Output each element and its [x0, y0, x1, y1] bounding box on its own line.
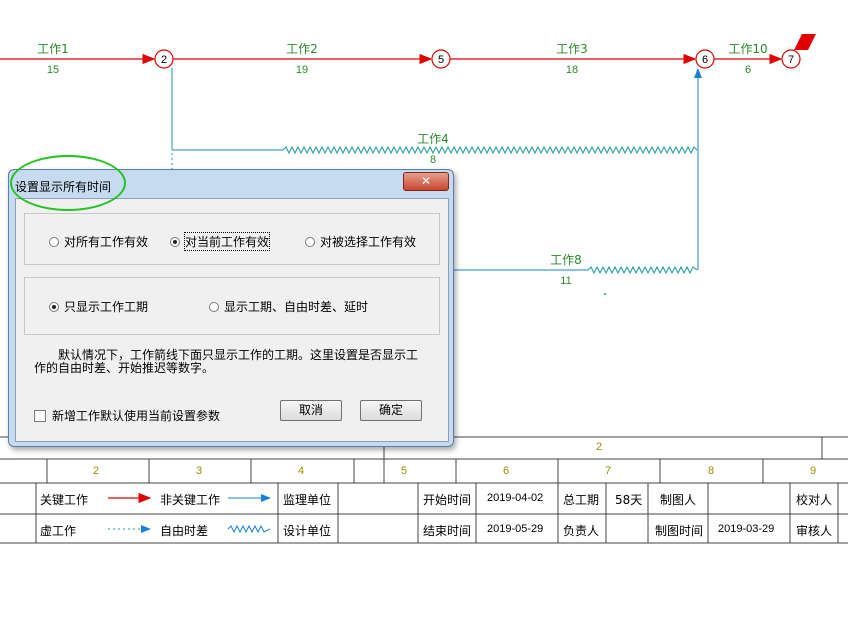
- end-time-value: 2019-05-29: [487, 523, 544, 535]
- noncritical-work-label: 非关键工作: [160, 493, 221, 507]
- checker-label: 校对人: [796, 493, 833, 507]
- drafter-label: 制图人: [660, 493, 697, 507]
- start-time-label: 开始时间: [423, 493, 472, 507]
- work-2-name: 工作2: [286, 42, 318, 56]
- work-4-duration: 8: [430, 154, 436, 166]
- work-8-name: 工作8: [550, 253, 582, 267]
- radio-duration-only[interactable]: 只显示工作工期: [49, 298, 148, 315]
- end-time-label: 结束时间: [423, 524, 472, 538]
- radio-dot-icon: [209, 301, 219, 312]
- note-line: 作的自由时差、开始推迟等数字。: [34, 361, 215, 375]
- checkbox-label: 新增工作默认使用当前设置参数: [52, 409, 221, 423]
- cancel-button[interactable]: 取消: [280, 400, 342, 421]
- scale-number: 2: [93, 465, 100, 477]
- checkbox-box: [34, 409, 46, 422]
- responsible-label: 负责人: [563, 524, 600, 538]
- svg-text:6: 6: [702, 54, 708, 66]
- default-settings-checkbox[interactable]: 新增工作默认使用当前设置参数: [34, 407, 220, 424]
- free-float-label: 自由时差: [160, 524, 209, 538]
- radio-dot-icon: [49, 301, 59, 312]
- display-group: 只显示工作工期 显示工期、自由时差、延时: [24, 277, 440, 335]
- radio-duration-float-delay[interactable]: 显示工期、自由时差、延时: [209, 298, 368, 315]
- scale-number: 9: [810, 465, 817, 477]
- reviewer-label: 审核人: [796, 524, 833, 538]
- work4-free-float: [282, 145, 698, 155]
- work-4-name: 工作4: [417, 132, 449, 146]
- draft-time-value: 2019-03-29: [718, 523, 775, 535]
- scale-number: 6: [503, 465, 510, 477]
- total-duration-value: 58天: [615, 493, 643, 507]
- node-7[interactable]: 7: [781, 49, 801, 69]
- scale-number: 5: [401, 465, 408, 477]
- scale-number: 7: [605, 465, 612, 477]
- end-flag-icon: [794, 34, 816, 50]
- radio-label: 对所有工作有效: [64, 235, 149, 249]
- design-unit-label: 设计单位: [283, 524, 332, 538]
- radio-dot-icon: [305, 236, 315, 247]
- work-3-duration: 18: [566, 64, 578, 76]
- node-2[interactable]: 2: [154, 49, 174, 69]
- svg-text:2: 2: [161, 54, 167, 66]
- scale-number: 8: [708, 465, 715, 477]
- radio-all-works[interactable]: 对所有工作有效: [49, 233, 148, 250]
- scope-group: 对所有工作有效 对当前工作有效 对被选择工作有效: [24, 213, 440, 265]
- dialog-body: 对所有工作有效 对当前工作有效 对被选择工作有效 只显示工作工期 显示工期、自由…: [15, 198, 449, 442]
- radio-selected-works[interactable]: 对被选择工作有效: [305, 233, 416, 250]
- work-2-duration: 19: [296, 64, 308, 76]
- radio-current-work[interactable]: 对当前工作有效: [170, 232, 271, 251]
- radio-label: 只显示工作工期: [64, 300, 149, 314]
- scale-number: 3: [196, 465, 203, 477]
- close-icon: ✕: [420, 174, 432, 188]
- close-button[interactable]: ✕: [403, 172, 449, 191]
- radio-label: 显示工期、自由时差、延时: [224, 300, 369, 314]
- free-float-legend: [227, 524, 271, 534]
- work-3-name: 工作3: [556, 42, 588, 56]
- supervisor-unit-label: 监理单位: [283, 493, 332, 507]
- work8-free-float: [587, 265, 698, 275]
- work-8-duration: 11: [560, 275, 571, 287]
- radio-dot-icon: [170, 236, 180, 247]
- ok-button[interactable]: 确定: [360, 400, 422, 421]
- node-5[interactable]: 5: [431, 49, 451, 69]
- scale-top-label: 2: [596, 441, 603, 453]
- draft-time-label: 制图时间: [655, 524, 704, 538]
- node-6[interactable]: 6: [695, 49, 715, 69]
- work-1-duration: 15: [47, 64, 59, 76]
- work-1-name: 工作1: [37, 42, 69, 56]
- radio-dot-icon: [49, 236, 59, 247]
- work-10-name: 工作10: [728, 42, 767, 56]
- work-10-duration: 6: [745, 64, 751, 76]
- critical-work-label: 关键工作: [40, 493, 89, 507]
- total-duration-label: 总工期: [563, 493, 600, 507]
- dialog-note: 默认情况下，工作箭线下面只显示工作的工期。这里设置是否显示工 作的自由时差、开始…: [34, 349, 434, 375]
- virtual-work-label: 虚工作: [40, 524, 77, 538]
- settings-dialog: 设置显示所有时间 ✕ 对所有工作有效 对当前工作有效 对被选择工作有效 只显示工…: [8, 169, 454, 447]
- start-time-value: 2019-04-02: [487, 492, 544, 504]
- radio-label: 对当前工作有效: [183, 232, 271, 251]
- svg-text:5: 5: [438, 54, 444, 66]
- dialog-title: 设置显示所有时间: [15, 180, 112, 194]
- scale-number: 4: [298, 465, 305, 477]
- svg-text:7: 7: [788, 54, 794, 66]
- radio-label: 对被选择工作有效: [320, 235, 417, 249]
